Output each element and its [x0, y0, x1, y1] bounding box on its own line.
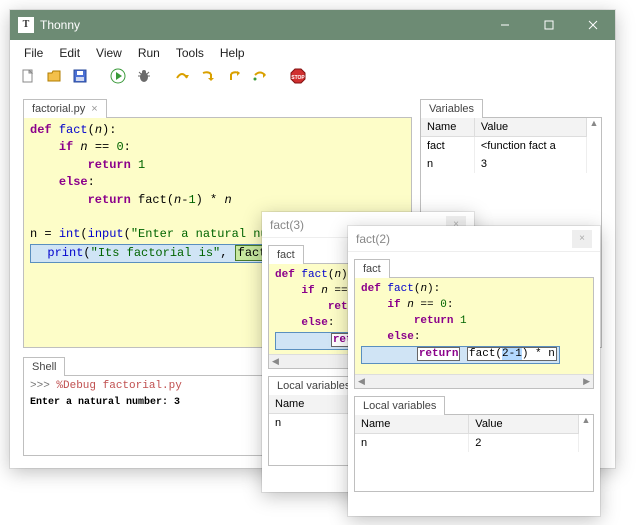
- variables-table: Name Value fact <function fact a n 3: [421, 118, 587, 173]
- maximize-button[interactable]: [527, 10, 571, 40]
- file-tab-factorial[interactable]: factorial.py ×: [23, 99, 107, 118]
- frame2-hscroll[interactable]: ◀▶: [355, 374, 593, 388]
- app-title: Thonny: [40, 18, 483, 32]
- frame-window-fact2[interactable]: fact(2) × fact def fact(n): if n == 0: r…: [348, 226, 600, 516]
- shell-tab[interactable]: Shell: [23, 357, 65, 376]
- menu-tools[interactable]: Tools: [170, 44, 210, 62]
- frame2-locals-table: Name Value n 2: [355, 415, 579, 452]
- frame3-locals-title: Local variables: [277, 380, 350, 392]
- file-tab-label: factorial.py: [32, 103, 85, 115]
- frame2-locals-title: Local variables: [363, 400, 436, 412]
- frame3-title: fact(3): [270, 218, 304, 232]
- frame2-tab-label: fact: [363, 263, 381, 275]
- shell-command: %Debug factorial.py: [56, 380, 181, 392]
- locals-col-name[interactable]: Name: [355, 415, 469, 434]
- minimize-button[interactable]: [483, 10, 527, 40]
- table-row[interactable]: n 2: [355, 434, 579, 453]
- table-row[interactable]: n 3: [421, 155, 587, 173]
- run-icon[interactable]: [108, 66, 128, 86]
- vars-col-name[interactable]: Name: [421, 118, 474, 137]
- open-file-icon[interactable]: [44, 66, 64, 86]
- menu-help[interactable]: Help: [214, 44, 251, 62]
- step-out-icon[interactable]: [224, 66, 244, 86]
- frame2-title: fact(2): [356, 232, 390, 246]
- menu-edit[interactable]: Edit: [53, 44, 86, 62]
- frame2-titlebar[interactable]: fact(2) ×: [348, 226, 600, 252]
- frame3-locals-tab[interactable]: Local variables: [268, 376, 359, 395]
- close-button[interactable]: [571, 10, 615, 40]
- shell-output: Enter a natural number: 3: [30, 397, 180, 408]
- menu-run[interactable]: Run: [132, 44, 166, 62]
- locals-col-value[interactable]: Value: [469, 415, 579, 434]
- toolbar: STOP: [10, 64, 615, 92]
- variables-tab[interactable]: Variables: [420, 99, 483, 118]
- tab-close-icon[interactable]: ×: [91, 103, 97, 115]
- debug-icon[interactable]: [134, 66, 154, 86]
- menubar: File Edit View Run Tools Help: [10, 40, 615, 64]
- vars-col-value[interactable]: Value: [474, 118, 586, 137]
- svg-text:STOP: STOP: [291, 75, 305, 81]
- step-over-icon[interactable]: [172, 66, 192, 86]
- frame2-locals-scroll[interactable]: ▲: [579, 415, 593, 491]
- frame3-tab[interactable]: fact: [268, 245, 304, 264]
- step-into-icon[interactable]: [198, 66, 218, 86]
- stop-icon[interactable]: STOP: [288, 66, 308, 86]
- app-icon: T: [18, 17, 34, 33]
- menu-view[interactable]: View: [90, 44, 128, 62]
- frame2-tab[interactable]: fact: [354, 259, 390, 278]
- frame2-locals-tab[interactable]: Local variables: [354, 396, 445, 415]
- resume-icon[interactable]: [250, 66, 270, 86]
- shell-prompt: >>>: [30, 380, 56, 392]
- frame3-tab-label: fact: [277, 249, 295, 261]
- titlebar[interactable]: T Thonny: [10, 10, 615, 40]
- frame2-close-icon[interactable]: ×: [572, 230, 592, 248]
- save-file-icon[interactable]: [70, 66, 90, 86]
- menu-file[interactable]: File: [18, 44, 49, 62]
- shell-title: Shell: [32, 361, 56, 373]
- variables-title: Variables: [429, 103, 474, 115]
- table-row[interactable]: fact <function fact a: [421, 137, 587, 156]
- new-file-icon[interactable]: [18, 66, 38, 86]
